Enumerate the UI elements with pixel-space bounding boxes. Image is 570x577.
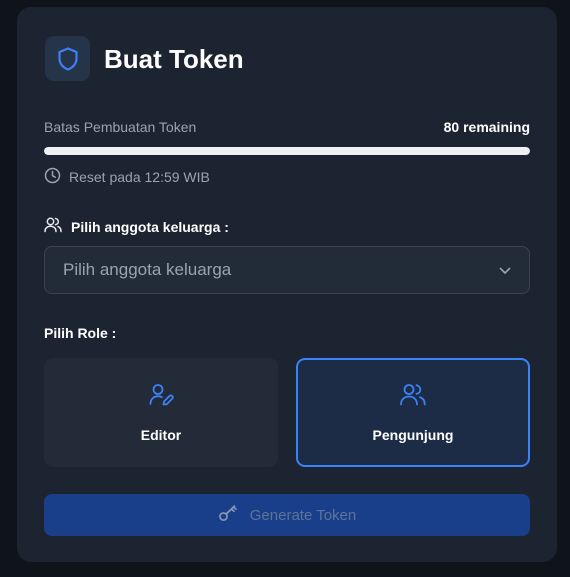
token-card: Buat Token Batas Pembuatan Token 80 rema…: [17, 7, 557, 562]
page-title: Buat Token: [104, 44, 244, 74]
member-label: Pilih anggota keluarga :: [44, 217, 229, 236]
member-label-text: Pilih anggota keluarga :: [71, 218, 229, 235]
role-option-pengunjung[interactable]: Pengunjung: [296, 358, 530, 467]
role-option-editor[interactable]: Editor: [44, 358, 278, 467]
reset-info: Reset pada 12:59 WIB: [44, 167, 210, 187]
role-option-label: Pengunjung: [372, 427, 454, 443]
remaining-count: 80 remaining: [443, 119, 530, 135]
users-icon: [44, 217, 62, 236]
reset-text: Reset pada 12:59 WIB: [69, 169, 210, 185]
role-label: Pilih Role :: [44, 325, 117, 341]
users-icon: [399, 382, 427, 411]
shield-icon: [45, 36, 90, 81]
family-member-select[interactable]: Pilih anggota keluarga: [44, 246, 530, 294]
generate-token-label: Generate Token: [249, 506, 357, 524]
limit-label: Batas Pembuatan Token: [44, 119, 197, 135]
select-placeholder: Pilih anggota keluarga: [63, 260, 232, 279]
role-option-label: Editor: [140, 427, 182, 443]
user-pen-icon: [148, 382, 174, 411]
key-icon: [218, 504, 238, 526]
limit-progress-fill: [44, 147, 530, 155]
clock-icon: [44, 167, 61, 187]
generate-token-button[interactable]: Generate Token: [44, 494, 530, 536]
limit-progress-bar: [44, 147, 530, 155]
chevron-down-icon: [499, 260, 511, 280]
